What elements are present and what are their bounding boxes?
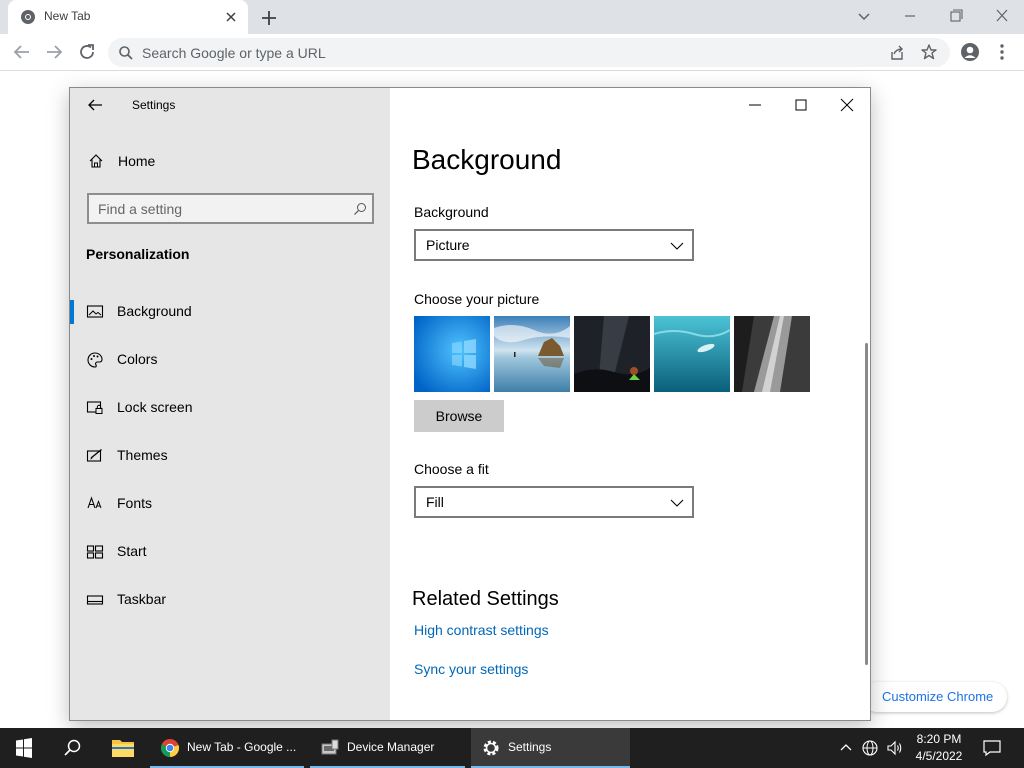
more-menu-icon[interactable] <box>994 42 1010 62</box>
sidebar-item-label: Home <box>118 153 156 169</box>
sidebar-item-colors[interactable]: Colors <box>70 345 390 375</box>
browser-tab[interactable]: New Tab <box>8 0 248 34</box>
picture-thumbnail-beach[interactable] <box>494 316 570 392</box>
background-label: Background <box>414 204 489 220</box>
browse-button-label: Browse <box>435 408 483 424</box>
sidebar-item-label: Start <box>117 543 147 559</box>
settings-sidebar: Settings Home Find a setting Personaliza… <box>70 88 390 720</box>
picture-thumbnail-windows[interactable] <box>414 316 490 392</box>
sidebar-item-label: Lock screen <box>117 399 193 415</box>
taskbar-app-settings[interactable]: Settings <box>471 728 630 768</box>
minimize-icon[interactable] <box>898 5 922 27</box>
dropdown-value: Fill <box>426 494 444 510</box>
customize-chrome-button[interactable]: Customize Chrome <box>862 682 1007 712</box>
sync-settings-link[interactable]: Sync your settings <box>414 661 528 677</box>
home-icon <box>88 153 104 169</box>
volume-icon[interactable] <box>886 739 904 757</box>
sidebar-item-fonts[interactable]: Fonts <box>70 489 390 519</box>
sidebar-item-label: Themes <box>117 447 168 463</box>
settings-window-title: Settings <box>132 98 176 112</box>
page-title: Background <box>412 144 562 175</box>
search-icon <box>352 201 368 217</box>
reload-icon[interactable] <box>77 42 97 62</box>
choose-fit-label: Choose a fit <box>414 461 489 477</box>
clock-time[interactable]: 8:20 PM <box>912 732 966 746</box>
close-icon[interactable] <box>838 96 856 114</box>
network-globe-icon[interactable] <box>861 739 879 757</box>
taskbar-app-label: Settings <box>508 740 552 754</box>
picture-thumbnail-underwater[interactable] <box>654 316 730 392</box>
palette-icon <box>86 351 104 369</box>
forward-arrow-icon[interactable] <box>44 42 64 62</box>
dropdown-value: Picture <box>426 237 470 253</box>
browse-button[interactable]: Browse <box>414 400 504 432</box>
sidebar-item-home[interactable]: Home <box>70 148 390 176</box>
choose-fit-dropdown[interactable]: Fill <box>414 486 694 518</box>
windows-start-icon[interactable] <box>0 728 48 768</box>
restore-icon[interactable] <box>944 5 968 27</box>
search-icon <box>118 45 134 61</box>
start-icon <box>86 543 104 561</box>
sidebar-item-label: Fonts <box>117 495 153 511</box>
sidebar-item-themes[interactable]: Themes <box>70 441 390 471</box>
taskbar-app-chrome[interactable]: New Tab - Google ... <box>150 728 304 768</box>
taskbar-app-label: New Tab - Google ... <box>187 740 297 754</box>
address-bar-placeholder: Search Google or type a URL <box>142 45 326 61</box>
chrome-favicon-icon <box>20 9 36 25</box>
picture-thumbnail-night-sky[interactable] <box>574 316 650 392</box>
taskbar-app-device-manager[interactable]: Device Manager <box>310 728 465 768</box>
high-contrast-settings-link[interactable]: High contrast settings <box>414 622 549 638</box>
tab-close-icon[interactable] <box>222 8 240 26</box>
taskbar: New Tab - Google ... Device Manager Sett… <box>0 728 1024 768</box>
profile-avatar-icon[interactable] <box>960 42 980 62</box>
find-setting-placeholder: Find a setting <box>98 201 183 217</box>
background-type-dropdown[interactable]: Picture <box>414 229 694 261</box>
tab-search-chevron-icon[interactable] <box>853 5 875 27</box>
star-icon[interactable] <box>920 43 938 61</box>
browser-tab-strip: New Tab <box>0 0 1024 34</box>
minimize-icon[interactable] <box>746 96 764 114</box>
chevron-up-icon[interactable] <box>838 740 854 756</box>
back-arrow-icon[interactable] <box>12 42 32 62</box>
chevron-down-icon <box>670 496 684 510</box>
close-icon[interactable] <box>990 5 1014 27</box>
lock-screen-icon <box>86 399 104 417</box>
chrome-icon <box>160 738 180 758</box>
notification-center-icon[interactable] <box>982 738 1002 758</box>
gear-icon <box>481 738 501 758</box>
sidebar-item-lock-screen[interactable]: Lock screen <box>70 393 390 423</box>
device-manager-icon <box>320 738 340 758</box>
file-explorer-icon[interactable] <box>98 728 148 768</box>
customize-chrome-label: Customize Chrome <box>882 689 994 704</box>
sidebar-item-label: Background <box>117 303 192 319</box>
section-title: Personalization <box>86 246 190 262</box>
themes-icon <box>86 447 104 465</box>
choose-picture-label: Choose your picture <box>414 291 540 307</box>
picture-thumbnail-rock-face[interactable] <box>734 316 810 392</box>
sidebar-item-label: Taskbar <box>117 591 167 607</box>
taskbar-icon <box>86 591 104 609</box>
chevron-down-icon <box>670 239 684 253</box>
tab-title: New Tab <box>44 9 91 23</box>
address-bar[interactable]: Search Google or type a URL <box>108 38 950 67</box>
browser-toolbar: Search Google or type a URL <box>0 34 1024 71</box>
back-arrow-icon[interactable] <box>86 96 104 114</box>
settings-window: Settings Home Find a setting Personaliza… <box>69 87 871 721</box>
picture-icon <box>86 303 104 321</box>
new-tab-button[interactable] <box>258 7 280 29</box>
clock-date[interactable]: 4/5/2022 <box>912 749 966 763</box>
sidebar-item-taskbar[interactable]: Taskbar <box>70 585 390 615</box>
sidebar-item-start[interactable]: Start <box>70 537 390 567</box>
share-icon[interactable] <box>888 44 906 62</box>
sidebar-item-label: Colors <box>117 351 158 367</box>
scrollbar[interactable] <box>865 343 868 665</box>
fonts-icon <box>86 495 104 513</box>
find-setting-input[interactable]: Find a setting <box>87 193 374 224</box>
related-settings-heading: Related Settings <box>412 588 559 610</box>
sidebar-item-background[interactable]: Background <box>70 297 390 327</box>
maximize-icon[interactable] <box>792 96 810 114</box>
taskbar-app-label: Device Manager <box>347 740 435 754</box>
search-icon[interactable] <box>48 728 96 768</box>
